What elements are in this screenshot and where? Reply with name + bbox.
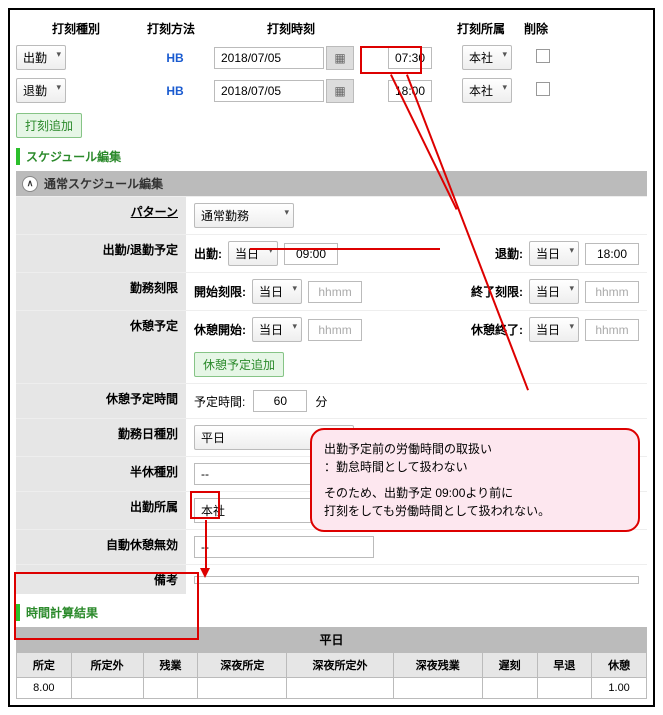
- col-shinya-zangyo: 深夜残業: [393, 653, 482, 678]
- start-day-select[interactable]: 当日: [252, 279, 302, 304]
- delete-checkbox[interactable]: [536, 49, 550, 63]
- pattern-label: パターン: [16, 197, 186, 234]
- break-end-caption: 休憩終了:: [471, 321, 523, 338]
- method-label: HB: [140, 51, 210, 65]
- break-start-input[interactable]: hhmm: [308, 319, 362, 341]
- date-input[interactable]: 2018/07/05: [214, 47, 324, 69]
- val-kyukei: 1.00: [592, 678, 647, 699]
- location-select[interactable]: 本社: [462, 45, 512, 70]
- col-kyukei: 休憩: [592, 653, 647, 678]
- out-caption: 退勤:: [495, 245, 523, 262]
- collapse-icon[interactable]: ∧: [22, 176, 38, 192]
- loc-label: 出勤所属: [16, 492, 186, 529]
- break-end-input[interactable]: hhmm: [585, 319, 639, 341]
- val-shotei: 8.00: [17, 678, 72, 699]
- start-limit-input[interactable]: hhmm: [308, 281, 362, 303]
- date-input[interactable]: 2018/07/05: [214, 80, 324, 102]
- in-time-input[interactable]: 09:00: [284, 243, 338, 265]
- end-day-select[interactable]: 当日: [529, 279, 579, 304]
- method-label: HB: [140, 84, 210, 98]
- type-select[interactable]: 退勤: [16, 78, 66, 103]
- autobrk-label: 自動休憩無効: [16, 530, 186, 564]
- break-start-day[interactable]: 当日: [252, 317, 302, 342]
- in-caption: 出勤:: [194, 245, 222, 262]
- break-label: 休憩予定: [16, 311, 186, 383]
- half-label: 半休種別: [16, 457, 186, 491]
- val-shinya-shotei: [198, 678, 287, 699]
- panel-title: 通常スケジュール編集: [44, 175, 163, 192]
- col-zangyo: 残業: [143, 653, 198, 678]
- section-schedule: スケジュール編集: [16, 148, 647, 165]
- results-table: 所定 所定外 残業 深夜所定 深夜所定外 深夜残業 遅刻 早退 休憩 8.00 …: [16, 652, 647, 699]
- calendar-icon[interactable]: ▦: [326, 79, 354, 103]
- daytype-label: 勤務日種別: [16, 419, 186, 456]
- val-chikoku: [482, 678, 537, 699]
- callout-line: そのため、出勤予定 09:00より前に: [324, 484, 626, 502]
- break-time-label: 休憩予定時間: [16, 384, 186, 418]
- add-break-button[interactable]: 休憩予定追加: [194, 352, 284, 377]
- out-time-input[interactable]: 18:00: [585, 243, 639, 265]
- section-calc: 時間計算結果: [16, 604, 647, 621]
- col-chikoku: 遅刻: [482, 653, 537, 678]
- callout-line: 打刻をしても労働時間として扱われない。: [324, 502, 626, 520]
- col-shinya-shoteigai: 深夜所定外: [287, 653, 393, 678]
- col-type: 打刻種別: [16, 20, 136, 37]
- memo-input[interactable]: [194, 576, 639, 584]
- minutes-unit: 分: [315, 393, 327, 410]
- col-shotei: 所定: [17, 653, 72, 678]
- end-limit-caption: 終了刻限:: [471, 283, 523, 300]
- break-time-input[interactable]: 60: [253, 390, 307, 412]
- annotation-callout: 出勤予定前の労働時間の取扱い ：勤怠時間として扱わない そのため、出勤予定 09…: [310, 428, 640, 532]
- inout-label: 出勤/退勤予定: [16, 235, 186, 272]
- val-shoteigai: [71, 678, 143, 699]
- calendar-icon[interactable]: ▦: [326, 46, 354, 70]
- delete-checkbox[interactable]: [536, 82, 550, 96]
- timestamp-row: 退勤 HB 2018/07/05 ▦ 18:00 本社: [16, 74, 647, 107]
- break-start-caption: 休憩開始:: [194, 321, 246, 338]
- pattern-select[interactable]: 通常勤務: [194, 203, 294, 228]
- time-input[interactable]: 18:00: [388, 80, 432, 102]
- callout-line: 出勤予定前の労働時間の取扱い: [324, 440, 626, 458]
- break-time-caption: 予定時間:: [194, 393, 245, 410]
- location-select[interactable]: 本社: [462, 78, 512, 103]
- autobrk-value: --: [194, 536, 374, 558]
- col-time: 打刻時刻: [206, 20, 376, 37]
- in-day-select[interactable]: 当日: [228, 241, 278, 266]
- val-shinya-shoteigai: [287, 678, 393, 699]
- col-method: 打刻方法: [136, 20, 206, 37]
- val-soutai: [537, 678, 592, 699]
- schedule-panel-header[interactable]: ∧ 通常スケジュール編集: [16, 171, 647, 196]
- out-day-select[interactable]: 当日: [529, 241, 579, 266]
- col-loc: 打刻所属: [446, 20, 516, 37]
- col-del: 削除: [516, 20, 556, 37]
- col-shinya-shotei: 深夜所定: [198, 653, 287, 678]
- limit-label: 勤務刻限: [16, 273, 186, 310]
- val-shinya-zangyo: [393, 678, 482, 699]
- col-shoteigai: 所定外: [71, 653, 143, 678]
- end-limit-input[interactable]: hhmm: [585, 281, 639, 303]
- type-select[interactable]: 出勤: [16, 45, 66, 70]
- callout-line: ：勤怠時間として扱わない: [324, 458, 626, 476]
- memo-label: 備考: [16, 565, 186, 594]
- break-end-day[interactable]: 当日: [529, 317, 579, 342]
- time-input[interactable]: 07:30: [388, 47, 432, 69]
- val-zangyo: [143, 678, 198, 699]
- start-limit-caption: 開始刻限:: [194, 283, 246, 300]
- add-timestamp-button[interactable]: 打刻追加: [16, 113, 82, 138]
- timestamp-row: 出勤 HB 2018/07/05 ▦ 07:30 本社: [16, 41, 647, 74]
- col-soutai: 早退: [537, 653, 592, 678]
- results-title: 平日: [16, 627, 647, 652]
